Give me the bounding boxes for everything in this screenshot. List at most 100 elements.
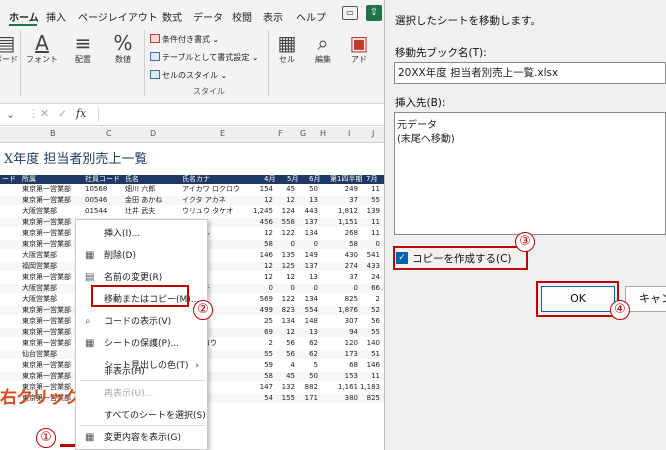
table-cell[interactable]: 456 (260, 218, 273, 227)
context-menu-item[interactable]: ▦ シートの保護(P)... (76, 334, 207, 354)
tab-view[interactable]: 表示 (263, 9, 283, 24)
table-cell[interactable]: 大阪営業部 (22, 251, 57, 260)
table-cell[interactable]: 443 (305, 207, 318, 216)
table-cell[interactable]: 12 (264, 273, 273, 282)
table-cell[interactable]: イクタ アカネ (182, 196, 226, 205)
table-cell[interactable]: 146 (367, 361, 380, 370)
destination-book-select[interactable]: 20XX年度 担当者別売上一覧.xlsx (394, 62, 666, 84)
table-cell[interactable]: 59 (264, 361, 273, 370)
table-cell[interactable]: 12 (286, 273, 295, 282)
table-cell[interactable]: 124 (282, 207, 295, 216)
table-cell[interactable]: 0 (314, 284, 318, 293)
table-cell[interactable]: 辻井 武夫 (125, 207, 155, 216)
column-header[interactable]: G (300, 129, 306, 138)
conditional-formatting-button[interactable]: 条件付き書式 ⌄ (150, 34, 219, 45)
table-cell[interactable]: 0 (269, 284, 273, 293)
comments-button[interactable]: ▭ (342, 6, 358, 20)
table-row[interactable]: 東京第一営業部 00546 金田 あかね イクタ アカネ 12 12 13 37 55 (0, 196, 384, 205)
table-cell[interactable]: 37 (349, 196, 358, 205)
table-cell[interactable]: 55 (264, 350, 273, 359)
table-cell[interactable]: 146 (260, 251, 273, 260)
table-cell[interactable]: 825 (345, 295, 358, 304)
table-cell[interactable]: 大阪営業部 (22, 295, 57, 304)
context-menu-item[interactable]: ⌕ コードの表示(V) (76, 312, 207, 332)
tab-page-layout[interactable]: ページレイアウト (78, 9, 158, 24)
column-header[interactable]: C (106, 129, 112, 138)
column-header[interactable]: F (278, 129, 283, 138)
table-cell[interactable]: 882 (305, 383, 318, 392)
table-cell[interactable]: 122 (282, 229, 295, 238)
table-cell[interactable]: 大阪営業部 (22, 207, 57, 216)
table-cell[interactable]: 福岡営業部 (22, 262, 57, 271)
table-cell[interactable]: 12 (286, 328, 295, 337)
context-menu-item[interactable]: ▦ 削除(D) (76, 246, 207, 266)
table-cell[interactable]: 1,876 (338, 306, 358, 315)
create-copy-checkbox[interactable]: ✓ (396, 252, 408, 264)
context-menu-item[interactable]: 非表示(H) (76, 362, 207, 382)
column-header[interactable]: B (50, 129, 56, 138)
table-cell[interactable]: 1,161 (338, 383, 358, 392)
table-cell[interactable]: 823 (282, 306, 295, 315)
table-cell[interactable]: 134 (282, 317, 295, 326)
table-cell[interactable]: 01544 (85, 207, 107, 216)
tab-data[interactable]: データ (193, 9, 223, 24)
table-cell[interactable]: 東京第一営業部 (22, 240, 71, 249)
table-cell[interactable]: 307 (345, 317, 358, 326)
table-cell[interactable]: 54 (264, 394, 273, 403)
tab-review[interactable]: 校閲 (232, 9, 252, 24)
table-cell[interactable]: 12 (264, 196, 273, 205)
table-cell[interactable]: 132 (282, 383, 295, 392)
table-cell[interactable]: 11 (371, 229, 380, 238)
table-cell[interactable]: 558 (282, 218, 295, 227)
table-cell[interactable]: 541 (367, 251, 380, 260)
table-cell[interactable]: 55 (371, 196, 380, 205)
format-as-table-button[interactable]: テーブルとして書式設定 ⌄ (150, 52, 259, 63)
table-cell[interactable]: 0 (291, 240, 295, 249)
table-cell[interactable]: 569 (260, 295, 273, 304)
table-cell[interactable]: 00546 (85, 196, 107, 205)
column-header[interactable]: J (372, 129, 374, 138)
table-cell[interactable]: 140 (367, 339, 380, 348)
table-cell[interactable]: 東京第一営業部 (22, 273, 71, 282)
cells-button[interactable]: ▦ セル (272, 32, 302, 65)
table-cell[interactable]: 37 (349, 273, 358, 282)
table-cell[interactable]: 56 (286, 350, 295, 359)
table-cell[interactable]: 249 (345, 185, 358, 194)
cancel-button[interactable]: キャンセル (625, 286, 666, 312)
table-cell[interactable]: 13 (309, 273, 318, 282)
table-cell[interactable]: 554 (305, 306, 318, 315)
table-cell[interactable]: 24 (371, 273, 380, 282)
table-cell[interactable]: 69 (264, 328, 273, 337)
table-row[interactable]: 大阪営業部 01544 辻井 武夫 ウリュウ タケオ 1,245 124 443 1,812 1… (0, 207, 384, 216)
table-cell[interactable]: 10568 (85, 185, 107, 194)
table-cell[interactable]: 825 (367, 394, 380, 403)
table-cell[interactable]: 45 (286, 372, 295, 381)
table-cell[interactable]: 139 (367, 207, 380, 216)
table-cell[interactable]: 金田 あかね (125, 196, 162, 205)
table-cell[interactable]: 0 (354, 284, 358, 293)
table-cell[interactable]: 東京第一営業部 (22, 361, 71, 370)
table-cell[interactable]: 51 (371, 350, 380, 359)
table-cell[interactable]: 94 (349, 328, 358, 337)
table-cell[interactable]: 東京第一営業部 (22, 229, 71, 238)
column-header[interactable]: D (150, 129, 156, 138)
column-header[interactable]: E (220, 129, 225, 138)
table-cell[interactable]: 大阪営業部 (22, 284, 57, 293)
context-menu-item[interactable]: すべてのシートを選択(S) (76, 406, 207, 426)
font-button[interactable]: A フォント (24, 32, 60, 65)
table-cell[interactable]: 12 (264, 229, 273, 238)
table-cell[interactable]: 45 (286, 185, 295, 194)
enter-icon[interactable]: ✓ (58, 107, 67, 120)
table-cell[interactable]: 153 (345, 372, 358, 381)
table-cell[interactable]: 62 (309, 350, 318, 359)
table-cell[interactable]: 4 (291, 361, 295, 370)
table-cell[interactable]: 433 (367, 262, 380, 271)
table-cell[interactable]: 1,812 (338, 207, 358, 216)
table-cell[interactable]: 134 (305, 229, 318, 238)
table-cell[interactable]: 東京第一営業部 (22, 339, 71, 348)
table-cell[interactable]: 430 (345, 251, 358, 260)
table-cell[interactable]: 13 (309, 328, 318, 337)
table-cell[interactable]: 1,151 (338, 218, 358, 227)
table-cell[interactable]: 13 (309, 196, 318, 205)
table-cell[interactable]: 0 (291, 284, 295, 293)
